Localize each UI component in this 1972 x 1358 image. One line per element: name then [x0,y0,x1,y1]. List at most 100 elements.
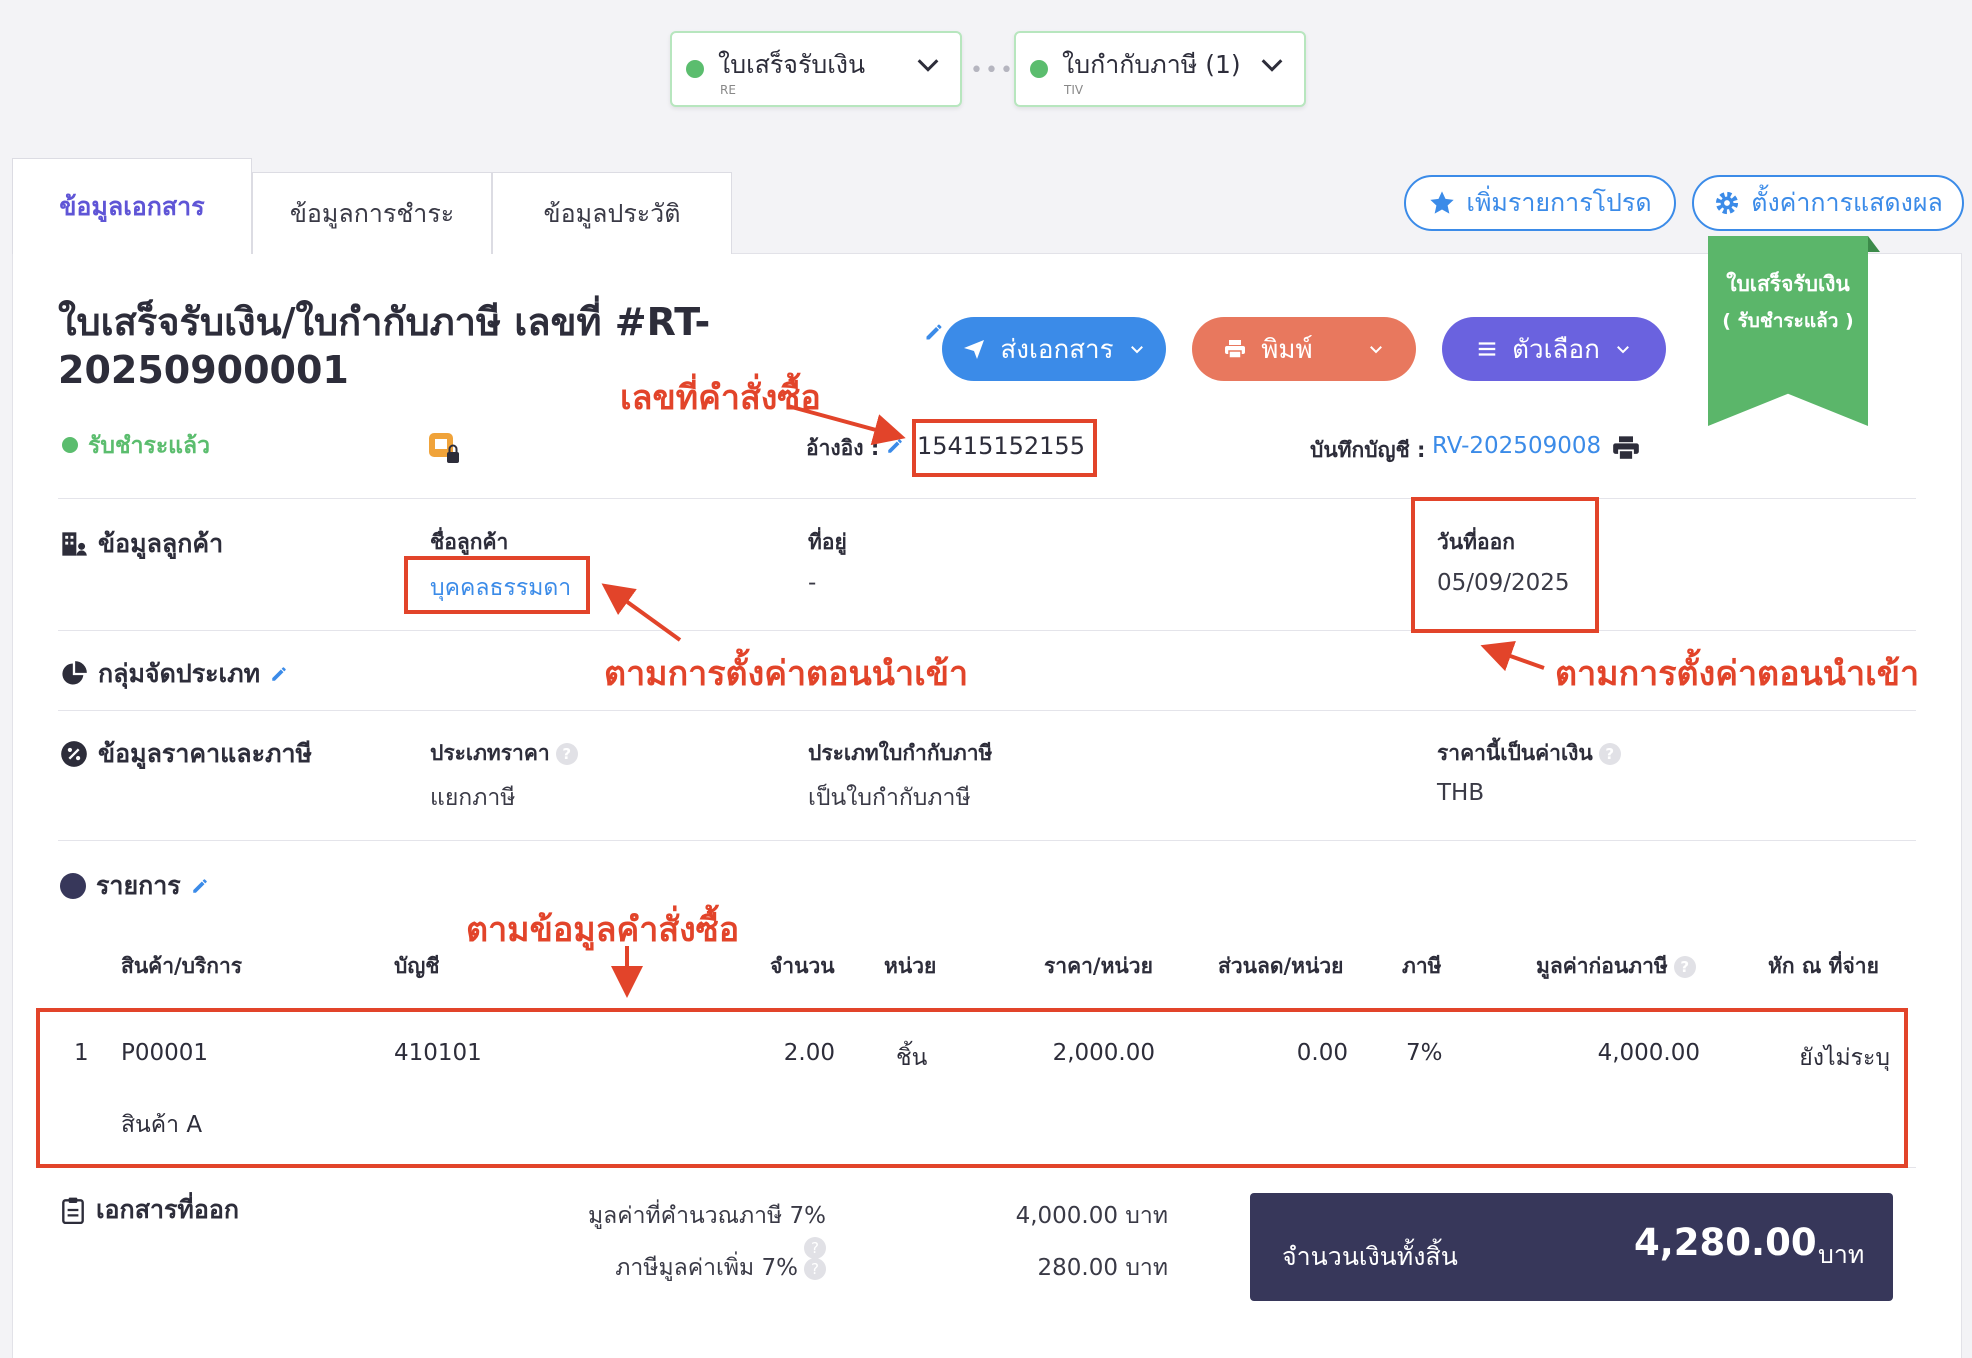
column-header-withholding: หัก ณ ที่จ่าย [1768,954,1879,978]
add-favorite-button[interactable]: เพิ่มรายการโปรด [1404,175,1676,231]
tax-invoice-type-value: เป็นใบกำกับภาษี [808,785,971,811]
classification-section-title: กลุ่มจัดประเภท [60,654,288,694]
column-header-discount: ส่วนลด/หน่วย [1218,954,1344,978]
grand-total-label: จำนวนเงินทั้งสิ้น [1282,1242,1458,1271]
add-favorite-label: เพิ่มรายการโปรด [1466,188,1652,217]
grand-total-box: จำนวนเงินทั้งสิ้น 4,280.00 บาท [1250,1193,1893,1301]
address-value: - [808,570,817,596]
edit-icon[interactable] [924,322,944,342]
reference-label: อ้างอิง : [806,436,880,460]
help-icon[interactable]: ? [555,743,578,765]
menu-icon [1478,342,1496,356]
tax-invoice-type-label: ประเภทใบกำกับภาษี [808,741,993,765]
status-dot [62,437,78,453]
send-icon [964,340,985,359]
edit-icon[interactable] [886,437,904,455]
annotation-order-data: ตามข้อมูลคำสั่งซื้อ [466,910,740,950]
price-type-label: ประเภทราคา? [430,737,578,770]
grand-total-unit: บาท [1818,1240,1865,1269]
annotation-box-reference [912,419,1097,477]
flow-tax-invoice-code: TIV [1064,83,1084,97]
annotation-import-setting-customer: ตามการตั้งค่าตอนนำเข้า [604,654,969,694]
column-header-amount: มูลค่าก่อนภาษี? [1536,950,1696,983]
send-label: ส่งเอกสาร [1000,334,1114,365]
chevron-down-icon [1261,59,1283,72]
column-header-unit-price: ราคา/หน่วย [1044,954,1153,978]
ribbon-doc-type: ใบเสร็จรับเงิน [1726,272,1850,296]
lock-document-icon[interactable] [428,432,462,466]
tab-history-info[interactable]: ข้อมูลประวัติ [492,172,732,254]
gear-icon [1716,191,1739,215]
journal-label: บันทึกบัญชี : [1310,438,1426,462]
divider [58,630,1916,631]
issued-documents-title: เอกสารที่ออก [60,1190,239,1230]
items-section-title: รายการ [60,866,209,906]
chevron-down-icon [1616,346,1629,354]
journal-link[interactable]: RV-202509008 [1432,433,1601,459]
grand-total-value: 4,280.00 [1634,1221,1817,1264]
flow-receipt-title: ใบเสร็จรับเงิน [718,50,866,79]
send-document-button[interactable]: ส่งเอกสาร [942,317,1166,381]
vat-label: ภาษีมูลค่าเพิ่ม 7%? [560,1250,826,1286]
chevron-down-icon [917,59,939,72]
print-label: พิมพ์ [1261,334,1313,365]
options-label: ตัวเลือก [1512,334,1600,365]
edit-icon[interactable] [270,665,288,683]
taxable-amount-value: 4,000.00 บาท [1015,1203,1168,1229]
star-icon [1430,191,1455,214]
address-label: ที่อยู่ [808,530,847,554]
issued-documents-label: เอกสารที่ออก [96,1195,240,1224]
chevron-down-icon [1369,346,1382,354]
help-icon[interactable]: ? [1673,956,1696,978]
status-dot [686,60,704,78]
divider [58,710,1916,711]
vat-value: 280.00 บาท [1037,1255,1168,1281]
flow-tax-invoice-title: ใบกำกับภาษี (1) [1062,50,1241,79]
items-section-label: รายการ [96,871,181,900]
chevron-down-icon [1130,346,1143,354]
annotation-box-date [1411,497,1599,633]
customer-section-label: ข้อมูลลูกค้า [98,529,224,558]
building-icon [62,532,87,556]
customer-name-label: ชื่อลูกค้า [430,530,509,554]
options-button[interactable]: ตัวเลือก [1442,317,1666,381]
printer-icon [1225,340,1246,359]
tab-document-info[interactable]: ข้อมูลเอกสาร [12,158,252,254]
divider [58,840,1916,841]
percent-badge-icon [61,741,87,767]
column-header-unit: หน่วย [884,954,937,978]
ribbon-status: ( รับชำระแล้ว ) [1722,310,1854,332]
currency-value: THB [1437,780,1485,806]
pricing-section-label: ข้อมูลราคาและภาษี [98,739,312,768]
annotation-import-setting-date: ตามการตั้งค่าตอนนำเข้า [1555,654,1920,694]
classification-section-label: กลุ่มจัดประเภท [98,659,261,688]
flow-tax-invoice[interactable]: ใบกำกับภาษี (1) TIV [1014,31,1306,107]
print-button[interactable]: พิมพ์ [1192,317,1416,381]
column-header-account: บัญชี [394,954,440,978]
ribbon-fold [1868,236,1880,252]
flow-connector: ••• [970,58,1015,83]
page-title: ใบเสร็จรับเงิน/ใบกำกับภาษี เลขที่ #RT-20… [58,300,711,392]
column-header-tax: ภาษี [1402,954,1442,978]
customer-section-title: ข้อมูลลูกค้า [60,524,223,564]
currency-label: ราคานี้เป็นค่าเงิน? [1437,737,1621,770]
column-header-product: สินค้า/บริการ [121,954,243,978]
divider [58,498,1916,499]
status-badge: รับชำระแล้ว [88,433,211,459]
printer-icon[interactable] [1612,434,1640,462]
flow-receipt[interactable]: ใบเสร็จรับเงิน RE [670,31,962,107]
annotation-order-number: เลขที่คำสั่งซื้อ [620,378,821,418]
pie-chart-icon [62,661,87,685]
help-icon[interactable]: ? [804,1257,826,1280]
flow-receipt-code: RE [720,83,736,97]
clipboard-icon [62,1197,84,1224]
display-settings-button[interactable]: ตั้งค่าการแสดงผล [1692,175,1964,231]
help-icon[interactable]: ? [1598,743,1621,765]
tab-payment-info[interactable]: ข้อมูลการชำระ [252,172,492,254]
price-type-value: แยกภาษี [430,785,516,811]
pricing-section-title: ข้อมูลราคาและภาษี [60,734,312,774]
display-settings-label: ตั้งค่าการแสดงผล [1751,188,1943,217]
edit-icon[interactable] [191,877,209,895]
status-dot [1030,60,1048,78]
bullet-icon [60,873,86,899]
